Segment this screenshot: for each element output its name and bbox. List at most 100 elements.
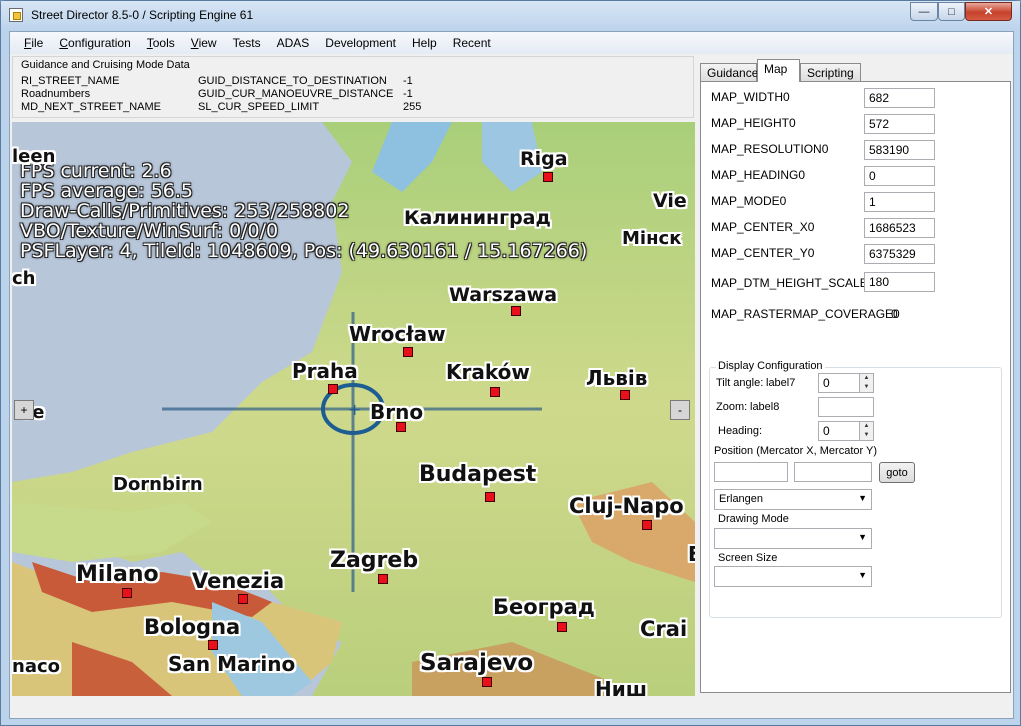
zoom-label: Zoom: (716, 401, 748, 413)
city-label: Dornbirn (113, 474, 203, 495)
city-label: Milano (76, 562, 159, 587)
city-label: Warszawa (449, 284, 558, 306)
display-configuration-group: Display Configuration Tilt angle: label7… (709, 360, 1002, 618)
city-marker (378, 574, 388, 584)
zoom-field[interactable] (818, 397, 874, 417)
tab-scripting[interactable]: Scripting (800, 63, 861, 82)
location-value: Erlangen (719, 493, 764, 505)
dtm-height-scale-field[interactable]: 180 (864, 272, 935, 292)
city-marker (620, 390, 630, 400)
zoom-out-button[interactable]: - (670, 400, 690, 420)
title-bar[interactable]: Street Director 8.5-0 / Scripting Engine… (1, 1, 1020, 31)
city-label: Калининград (404, 207, 551, 229)
city-label: Београд (493, 595, 595, 619)
menu-tools[interactable]: Tools (139, 36, 183, 50)
map-center-y-label: MAP_CENTER_Y0 (711, 246, 815, 260)
menu-development[interactable]: Development (317, 36, 404, 50)
heading-stepper[interactable]: 0 ▲ ▼ (818, 421, 874, 441)
city-label: Venezia (192, 569, 285, 593)
city-label: San Marino (168, 652, 296, 676)
map-mode-label: MAP_MODE0 (711, 194, 787, 208)
city-marker (557, 622, 567, 632)
city-label: Crai (640, 617, 688, 641)
position-x-field[interactable] (714, 462, 788, 482)
guidance-data-panel: Guidance and Cruising Mode Data RI_STREE… (12, 56, 694, 118)
city-marker (511, 306, 521, 316)
zoom-in-button[interactable]: + (14, 400, 34, 420)
map-mode-field[interactable]: 1 (864, 192, 935, 212)
city-label: Kraków (446, 360, 530, 384)
map-height-label: MAP_HEIGHT0 (711, 116, 796, 130)
map-tab-page: MAP_WIDTH0 682 MAP_HEIGHT0 572 MAP_RESOL… (700, 81, 1011, 693)
map-heading-field[interactable]: 0 (864, 166, 935, 186)
map-resolution-label: MAP_RESOLUTION0 (711, 142, 829, 156)
map-width-label: MAP_WIDTH0 (711, 90, 790, 104)
city-label: Мінск (622, 228, 682, 249)
position-y-field[interactable] (794, 462, 872, 482)
city-marker (208, 640, 218, 650)
zoom-sublabel: label8 (750, 401, 780, 413)
city-marker (485, 492, 495, 502)
maximize-button[interactable]: □ (938, 2, 965, 21)
guidance-name: MD_NEXT_STREET_NAME (21, 101, 161, 113)
close-button[interactable]: ✕ (965, 2, 1012, 21)
city-label: Zagreb (330, 548, 419, 573)
heading-label: Heading: (718, 425, 763, 437)
city-marker (328, 384, 338, 394)
minimize-button[interactable]: — (910, 2, 938, 21)
map-width-field[interactable]: 682 (864, 88, 935, 108)
position-label: Position (Mercator X, Mercator Y) (714, 445, 878, 457)
menu-recent[interactable]: Recent (445, 36, 499, 50)
fps-average-text: FPS average: 56.5 (20, 180, 194, 202)
city-label: Brno (370, 400, 424, 424)
guidance-guid: SL_CUR_SPEED_LIMIT (198, 101, 320, 113)
guidance-name: RI_STREET_NAME (21, 75, 120, 87)
menu-help[interactable]: Help (404, 36, 445, 50)
map-resolution-field[interactable]: 583190 (864, 140, 935, 160)
tilt-angle-sublabel: label7 (766, 377, 796, 389)
guidance-name: Roadnumbers (21, 88, 91, 100)
goto-button[interactable]: goto (879, 462, 915, 483)
menu-file[interactable]: File (16, 36, 51, 50)
spin-arrows-icon[interactable]: ▲ ▼ (859, 422, 873, 440)
tab-map[interactable]: Map (757, 59, 800, 82)
map-center-x-field[interactable]: 1686523 (864, 218, 935, 238)
menu-configuration[interactable]: Configuration (51, 36, 138, 50)
city-label: Wrocław (349, 322, 446, 346)
menu-bar: File Configuration Tools View Tests ADAS… (10, 32, 1013, 54)
city-marker (403, 347, 413, 357)
tilt-angle-stepper[interactable]: 0 ▲ ▼ (818, 373, 874, 393)
draw-calls-text: Draw-Calls/Primitives: 253/258802 (20, 200, 350, 222)
city-label: E (688, 542, 695, 566)
chevron-down-icon: ▼ (858, 532, 867, 542)
tilt-angle-value: 0 (823, 376, 830, 390)
screen-size-select[interactable]: ▼ (714, 566, 872, 587)
city-label: leen (12, 146, 56, 167)
city-marker (396, 422, 406, 432)
map-view[interactable]: + FPS current: 2.6 FPS average: 56.5 Dra… (12, 122, 695, 696)
guidance-legend: Guidance and Cruising Mode Data (21, 59, 190, 71)
city-label: Львів (586, 366, 648, 390)
spin-arrows-icon[interactable]: ▲ ▼ (859, 374, 873, 392)
guidance-guid: GUID_DISTANCE_TO_DESTINATION (198, 75, 387, 87)
guidance-value: -1 (403, 75, 413, 87)
city-marker (490, 387, 500, 397)
map-center-y-field[interactable]: 6375329 (864, 244, 935, 264)
crosshair-center: + (348, 400, 361, 419)
tab-guidance[interactable]: Guidance (700, 63, 758, 82)
menu-view[interactable]: View (183, 36, 225, 50)
location-select[interactable]: Erlangen ▼ (714, 489, 872, 510)
city-label: Budapest (419, 462, 537, 487)
map-center-x-label: MAP_CENTER_X0 (711, 220, 815, 234)
menu-tests[interactable]: Tests (225, 36, 269, 50)
guidance-value: 255 (403, 101, 422, 113)
vbo-texture-text: VBO/Texture/WinSurf: 0/0/0 (20, 220, 279, 242)
city-marker (642, 520, 652, 530)
status-bar (10, 698, 1013, 718)
app-icon[interactable] (9, 8, 23, 22)
map-height-field[interactable]: 572 (864, 114, 935, 134)
drawing-mode-select[interactable]: ▼ (714, 528, 872, 549)
psf-layer-text: PSFLayer: 4, TileId: 1048609, Pos: (49.6… (20, 240, 588, 262)
menu-adas[interactable]: ADAS (269, 36, 318, 50)
app-window: Street Director 8.5-0 / Scripting Engine… (0, 0, 1021, 726)
